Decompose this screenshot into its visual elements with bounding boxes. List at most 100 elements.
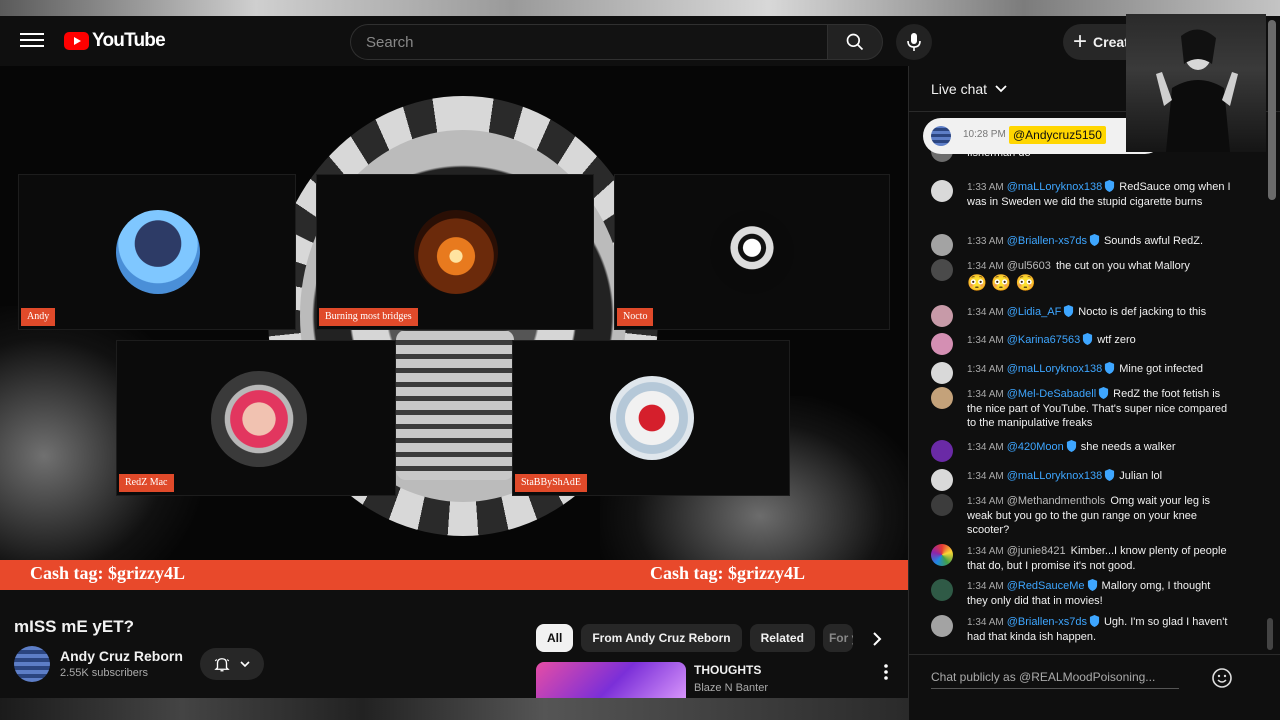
voice-search-button[interactable]	[896, 24, 932, 60]
verified-badge-icon	[1083, 333, 1093, 345]
chat-message: 1:34 AM @Lidia_AF Nocto is def jacking to …	[931, 305, 1261, 327]
message-time: 1:34 AM	[967, 261, 1004, 272]
chips-next-button[interactable]	[868, 630, 886, 648]
search-input[interactable]	[351, 25, 828, 59]
message-text: she needs a walker	[1080, 441, 1176, 453]
chat-messages: fisherman do 1:33 AM@maLLoryknox138RedSa…	[909, 146, 1261, 646]
user-avatar[interactable]	[931, 362, 953, 384]
user-avatar[interactable]	[931, 579, 953, 601]
participant-panel: Andy	[18, 174, 296, 330]
create-label: Creat	[1093, 34, 1129, 50]
top-browser-strip	[0, 0, 1280, 16]
verified-badge-icon	[1089, 615, 1100, 627]
participant-avatar	[414, 210, 498, 294]
participant-panel: RedZ Mac	[116, 340, 396, 496]
message-text: Mine got infected	[1119, 363, 1204, 375]
participant-name-tag: Burning most bridges	[319, 308, 418, 326]
user-avatar[interactable]	[931, 469, 953, 491]
verified-badge-icon	[1105, 362, 1115, 374]
message-time: 1:34 AM	[967, 471, 1004, 482]
message-author[interactable]: @Lidia_AF	[1007, 306, 1062, 318]
recommendation-title[interactable]: THOUGHTS	[694, 663, 761, 677]
channel-avatar[interactable]	[14, 646, 50, 682]
cash-tag-left: Cash tag: $grizzy4L	[30, 563, 185, 583]
chip-all[interactable]: All	[536, 624, 574, 652]
notification-bell-button[interactable]	[200, 648, 264, 680]
chip-related[interactable]: Related	[749, 624, 815, 652]
message-author[interactable]: @Mel-DeSabadell	[1007, 388, 1096, 400]
recommendation-more-button[interactable]	[880, 662, 892, 682]
message-time: 1:33 AM	[967, 182, 1004, 193]
message-time: 1:34 AM	[967, 617, 1004, 628]
message-author[interactable]: @ul5603	[1007, 260, 1051, 272]
verified-badge-icon	[1087, 579, 1097, 591]
message-author[interactable]: @Karina67563	[1007, 334, 1081, 346]
chat-message: 1:34 AM @420Moon she needs a walker	[931, 440, 1261, 462]
participant-name-tag: RedZ Mac	[119, 474, 174, 492]
message-author[interactable]: @RedSauceMe	[1007, 580, 1085, 592]
message-author[interactable]: @maLLoryknox138	[1007, 470, 1103, 482]
chevron-right-icon	[873, 632, 882, 646]
chip-for-you[interactable]: For y	[822, 624, 853, 652]
user-avatar[interactable]	[931, 440, 953, 462]
participant-panel: Burning most bridges	[316, 174, 594, 330]
bottom-screen-strip	[0, 698, 908, 720]
user-avatar[interactable]	[931, 333, 953, 355]
message-author[interactable]: @Methandmenthols	[1007, 495, 1106, 507]
live-chat-panel: Live chat fisherman do 1:33 AM@maLLorykn…	[908, 66, 1280, 720]
participant-panel: StaBByShAdE	[512, 340, 790, 496]
message-time: 1:34 AM	[967, 307, 1004, 318]
plus-icon: +	[1073, 28, 1088, 55]
user-avatar[interactable]	[931, 305, 953, 327]
smiley-icon	[1212, 668, 1232, 688]
message-text: Kimber...I know plenty of people that do…	[967, 545, 1227, 572]
user-avatar[interactable]	[931, 387, 953, 409]
user-avatar[interactable]	[931, 234, 953, 256]
user-avatar[interactable]	[931, 180, 953, 202]
message-author[interactable]: @Briallen-xs7ds	[1007, 235, 1087, 247]
message-time: 1:34 AM	[967, 389, 1004, 400]
user-avatar[interactable]	[931, 494, 953, 516]
chat-input[interactable]	[931, 665, 1179, 689]
chat-message: 1:34 AM @RedSauceMe Mallory omg, I thought…	[931, 579, 1261, 608]
message-author[interactable]: @420Moon	[1007, 441, 1064, 453]
message-text: Nocto is def jacking to this	[1078, 306, 1207, 318]
chat-message: 1:34 AM @Karina67563 wtf zero	[931, 333, 1261, 355]
message-author[interactable]: @junie8421	[1007, 545, 1066, 557]
participant-name-tag: Nocto	[617, 308, 654, 326]
page-scrollbar[interactable]	[1268, 20, 1276, 200]
person-silhouette-icon	[1156, 29, 1238, 152]
channel-name[interactable]: Andy Cruz Reborn	[60, 648, 183, 664]
pinned-author[interactable]: @Andycruz5150	[1009, 126, 1106, 144]
guide-menu-button[interactable]	[20, 30, 44, 50]
participant-panel: Nocto	[614, 174, 890, 330]
chip-from-channel[interactable]: From Andy Cruz Reborn	[581, 624, 742, 652]
emoji-button[interactable]	[1211, 667, 1233, 689]
chat-message: 1:34 AM @Briallen-xs7ds Ugh. I'm so glad I…	[931, 615, 1261, 644]
message-time: 1:34 AM	[967, 364, 1004, 375]
chat-scrollbar[interactable]	[1267, 618, 1273, 650]
user-avatar[interactable]	[931, 544, 953, 566]
chat-mode-dropdown[interactable]: Live chat	[931, 81, 1007, 97]
chevron-down-icon	[240, 661, 250, 668]
verified-badge-icon	[1099, 387, 1109, 399]
message-author[interactable]: @maLLoryknox138	[1007, 181, 1103, 193]
subscriber-count: 2.55K subscribers	[60, 667, 149, 679]
message-text: the cut on you what Mallory	[1055, 260, 1190, 272]
message-author[interactable]: @Briallen-xs7ds	[1007, 616, 1087, 628]
logo-text: YouTube	[92, 30, 166, 51]
participant-avatar	[211, 371, 307, 467]
recommendation-chips: All From Andy Cruz Reborn Related For y	[536, 624, 853, 652]
video-player[interactable]: Andy Burning most bridges Nocto RedZ Mac…	[0, 66, 908, 590]
chat-message: 1:33 AM @Briallen-xs7ds Sounds awful RedZ.	[931, 234, 1261, 256]
search-button[interactable]	[827, 24, 883, 60]
user-avatar[interactable]	[931, 259, 953, 281]
video-info: mISS mE yET? Andy Cruz Reborn 2.55K subs…	[0, 590, 908, 720]
cash-tag-banner: Cash tag: $grizzy4L Cash tag: $grizzy4L	[0, 560, 908, 590]
user-avatar[interactable]	[931, 615, 953, 637]
message-text: Sounds awful RedZ.	[1103, 235, 1204, 247]
message-author[interactable]: @maLLoryknox138	[1007, 363, 1103, 375]
youtube-logo[interactable]: YouTube	[64, 30, 166, 52]
chat-input-area	[909, 654, 1280, 720]
chat-message: 1:34 AM @Methandmenthols Omg wait your le…	[931, 494, 1261, 537]
